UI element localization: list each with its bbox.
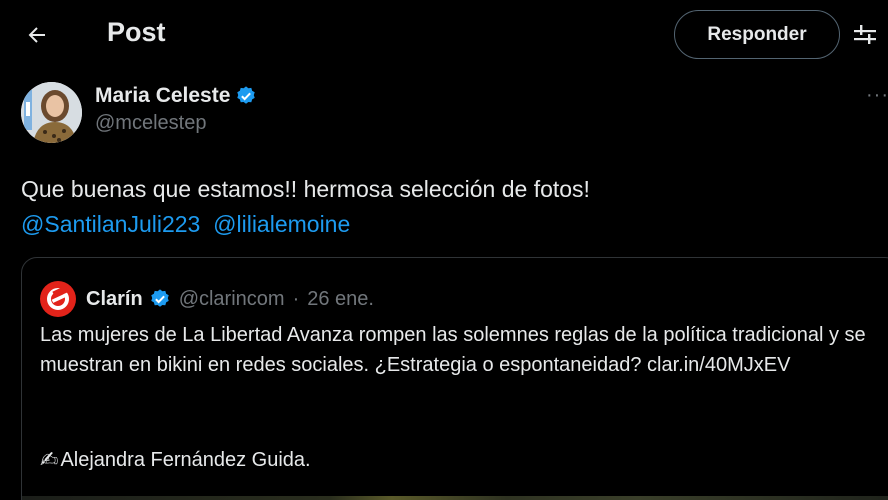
reply-button[interactable]: Responder bbox=[674, 10, 840, 59]
quoted-tweet-header: Clarín @clarincom · 26 ene. bbox=[40, 281, 374, 317]
more-button[interactable]: ··· bbox=[866, 84, 888, 107]
quoted-tweet[interactable]: Clarín @clarincom · 26 ene. Las mujeres … bbox=[21, 257, 888, 500]
tweet-text: Que buenas que estamos!! hermosa selecci… bbox=[21, 172, 871, 242]
mention-link[interactable]: @SantilanJuli223 bbox=[21, 211, 200, 237]
writing-hand-icon: ✍ bbox=[40, 447, 59, 472]
separator-dot: · bbox=[292, 287, 300, 310]
author-name[interactable]: Maria Celeste bbox=[95, 84, 230, 108]
quoted-media-image[interactable] bbox=[22, 496, 888, 500]
quoted-avatar[interactable] bbox=[40, 281, 76, 317]
mention-link[interactable]: @lilialemoine bbox=[213, 211, 350, 237]
quoted-date[interactable]: 26 ene. bbox=[307, 288, 374, 311]
quoted-author-name[interactable]: Clarín bbox=[86, 288, 143, 311]
avatar[interactable] bbox=[21, 82, 82, 143]
page-title: Post bbox=[107, 17, 166, 47]
more-horizontal-icon: ··· bbox=[866, 84, 888, 106]
quoted-signature: ✍ Alejandra Fernández Guida. bbox=[40, 445, 311, 475]
verified-badge-icon bbox=[150, 289, 169, 307]
reply-settings-button[interactable] bbox=[852, 22, 878, 48]
back-button[interactable] bbox=[22, 18, 52, 52]
arrow-left-icon bbox=[28, 27, 45, 43]
profile-photo bbox=[21, 82, 82, 143]
verified-badge-icon bbox=[237, 86, 256, 104]
quoted-author-handle[interactable]: @clarincom bbox=[179, 288, 285, 311]
sliders-icon bbox=[854, 25, 876, 44]
author-handle[interactable]: @mcelestep bbox=[95, 112, 257, 135]
top-bar: Post Responder bbox=[0, 0, 888, 70]
tweet-text-line: Que buenas que estamos!! hermosa selecci… bbox=[21, 176, 590, 202]
signature-text: Alejandra Fernández Guida. bbox=[60, 449, 311, 471]
mentions-line: @SantilanJuli223 @lilialemoine bbox=[21, 207, 871, 242]
clarin-logo-icon bbox=[47, 285, 69, 310]
author-block: Maria Celeste @mcelestep bbox=[95, 84, 257, 135]
quoted-tweet-text: Las mujeres de La Libertad Avanza rompen… bbox=[40, 324, 866, 376]
